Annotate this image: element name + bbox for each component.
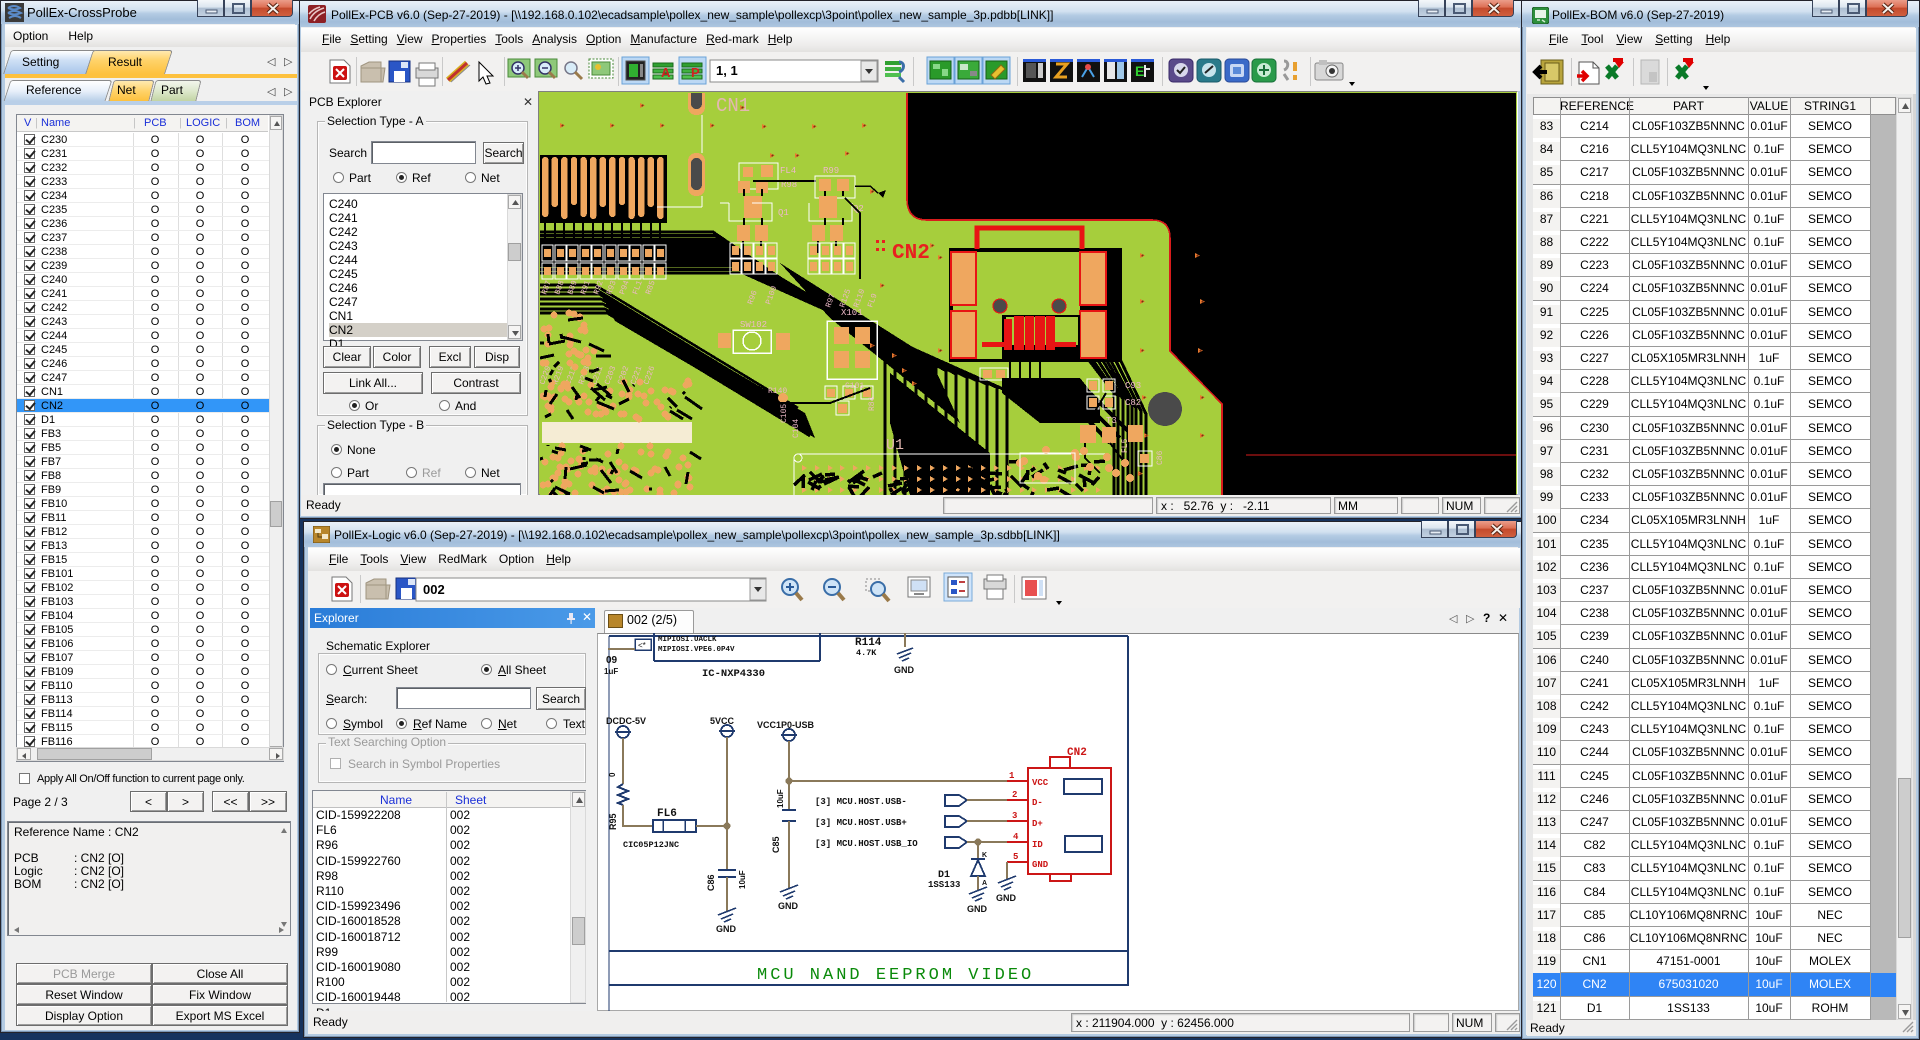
svg-text:VCC1P0-USB: VCC1P0-USB [757,720,815,730]
svg-text:GND: GND [778,901,799,911]
svg-text:FL5: FL5 [1121,438,1130,453]
svg-text:A: A [982,880,987,887]
svg-text:0: 0 [608,772,617,777]
svg-text:R84: R84 [868,396,877,411]
svg-text:10uF: 10uF [738,870,747,889]
svg-text:C86: C86 [706,874,716,891]
svg-text:MIPIOSI.VPE6.0P4V: MIPIOSI.VPE6.0P4V [658,646,735,654]
svg-text:VCC: VCC [1032,778,1049,788]
svg-text:[3] MCU.HOST.USB+: [3] MCU.HOST.USB+ [815,818,907,828]
svg-text:CN2: CN2 [892,242,930,265]
svg-text:A: A [661,65,671,80]
svg-text:<*: <* [638,641,646,650]
svg-text:C86: C86 [1156,450,1165,465]
svg-text:R95: R95 [608,813,618,830]
svg-text:MCU NAND EEPROM VIDEO: MCU NAND EEPROM VIDEO [757,966,1034,985]
svg-text:P: P [691,65,700,80]
svg-text:5VCC: 5VCC [710,716,735,726]
svg-text:002: 002 [423,582,445,597]
svg-text:T3: T3 [1106,416,1117,426]
svg-text:C105: C105 [780,404,789,423]
svg-text:D+: D+ [1032,819,1043,829]
svg-text:DCDC-5V: DCDC-5V [606,716,646,726]
svg-text:C101: C101 [845,382,864,391]
svg-text:4: 4 [1013,832,1019,842]
svg-text:4.7K: 4.7K [856,648,877,658]
svg-text:C82: C82 [1125,398,1141,408]
svg-text:D-: D- [1032,798,1043,808]
svg-text:GND: GND [967,904,988,914]
svg-text:[3] MCU.HOST.USB_IO: [3] MCU.HOST.USB_IO [815,839,918,849]
svg-text:CIC05P12JNC: CIC05P12JNC [623,840,679,850]
svg-text:ID: ID [1032,840,1043,850]
svg-text:09: 09 [606,655,618,666]
svg-text:GND: GND [894,665,915,675]
svg-text:X101: X101 [841,308,863,318]
svg-text:C85: C85 [771,836,781,853]
svg-text:IC-NXP4330: IC-NXP4330 [702,668,765,680]
svg-text:GND: GND [1032,860,1049,870]
svg-text:GND: GND [716,924,737,934]
svg-text:CN1: CN1 [716,95,750,117]
svg-text:1, 1: 1, 1 [716,63,738,78]
svg-text:10uF: 10uF [776,789,785,808]
svg-text:[3] MCU.HOST.USB-: [3] MCU.HOST.USB- [815,797,907,807]
svg-text:C104: C104 [792,419,801,438]
svg-text:U1: U1 [886,437,904,454]
svg-text:1SS133: 1SS133 [928,880,960,890]
svg-text:E: E [1135,63,1144,79]
svg-text:3: 3 [1012,811,1017,821]
svg-text:C93: C93 [1125,381,1141,391]
svg-text:K: K [982,852,987,859]
svg-text:2: 2 [1012,790,1017,800]
svg-text:FL6: FL6 [657,808,677,820]
svg-text:5: 5 [1013,852,1018,862]
svg-text:1: 1 [1009,771,1015,781]
svg-text:MIPIOSI.UACLK: MIPIOSI.UACLK [658,636,717,644]
svg-text:R99: R99 [823,166,839,176]
svg-text:SW102: SW102 [740,320,767,330]
svg-text:FL4: FL4 [780,166,796,176]
svg-text:1uF: 1uF [604,667,618,676]
svg-text:GND: GND [996,893,1017,903]
svg-text:Q1: Q1 [778,208,789,218]
